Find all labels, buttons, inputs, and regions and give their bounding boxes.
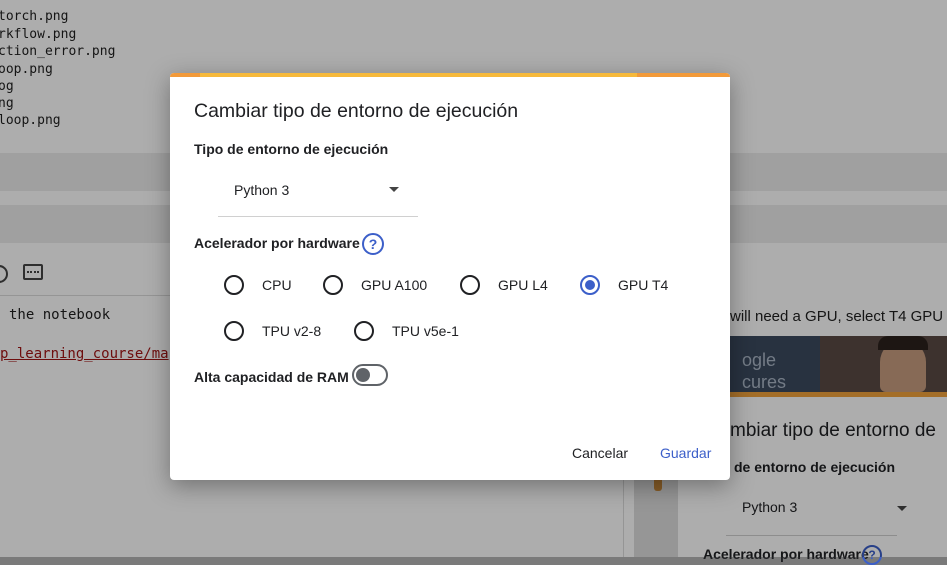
accelerator-label: CPU	[262, 277, 292, 293]
runtime-type-value: Python 3	[234, 182, 290, 198]
runtime-type-select[interactable]: Python 3	[218, 174, 418, 217]
accelerator-label: GPU L4	[498, 277, 548, 293]
help-icon[interactable]: ?	[362, 233, 384, 255]
accelerator-option-gpu-l4[interactable]: GPU L4	[460, 275, 550, 299]
radio-button[interactable]	[323, 275, 343, 295]
accelerator-option-cpu[interactable]: CPU	[224, 275, 314, 299]
runtime-type-label: Tipo de entorno de ejecución	[194, 141, 389, 157]
cancel-button[interactable]: Cancelar	[572, 445, 628, 461]
high-ram-label: Alta capacidad de RAM	[194, 369, 349, 385]
dialog-top-bar	[170, 73, 730, 77]
save-button[interactable]: Guardar	[660, 445, 711, 461]
accelerator-option-gpu-t4[interactable]: GPU T4	[580, 275, 680, 299]
change-runtime-dialog: Cambiar tipo de entorno de ejecución Tip…	[170, 73, 730, 480]
high-ram-toggle[interactable]	[352, 364, 388, 386]
radio-button[interactable]	[460, 275, 480, 295]
radio-button[interactable]	[224, 321, 244, 341]
radio-button[interactable]	[224, 275, 244, 295]
radio-button-selected[interactable]	[580, 275, 600, 295]
toggle-knob	[356, 368, 370, 382]
accelerator-label: GPU A100	[361, 277, 428, 293]
chevron-down-icon	[389, 187, 399, 192]
dialog-title: Cambiar tipo de entorno de ejecución	[194, 100, 519, 122]
accelerator-option-tpu-v5e-1[interactable]: TPU v5e-1	[354, 321, 474, 345]
accelerator-option-tpu-v2-8[interactable]: TPU v2-8	[224, 321, 334, 345]
radio-button[interactable]	[354, 321, 374, 341]
accelerator-label: TPU v2-8	[262, 323, 322, 339]
accelerator-option-gpu-a100[interactable]: GPU A100	[323, 275, 433, 299]
hardware-accelerator-label: Acelerador por hardware	[194, 235, 360, 251]
accelerator-label: GPU T4	[618, 277, 669, 293]
accelerator-label: TPU v5e-1	[392, 323, 459, 339]
